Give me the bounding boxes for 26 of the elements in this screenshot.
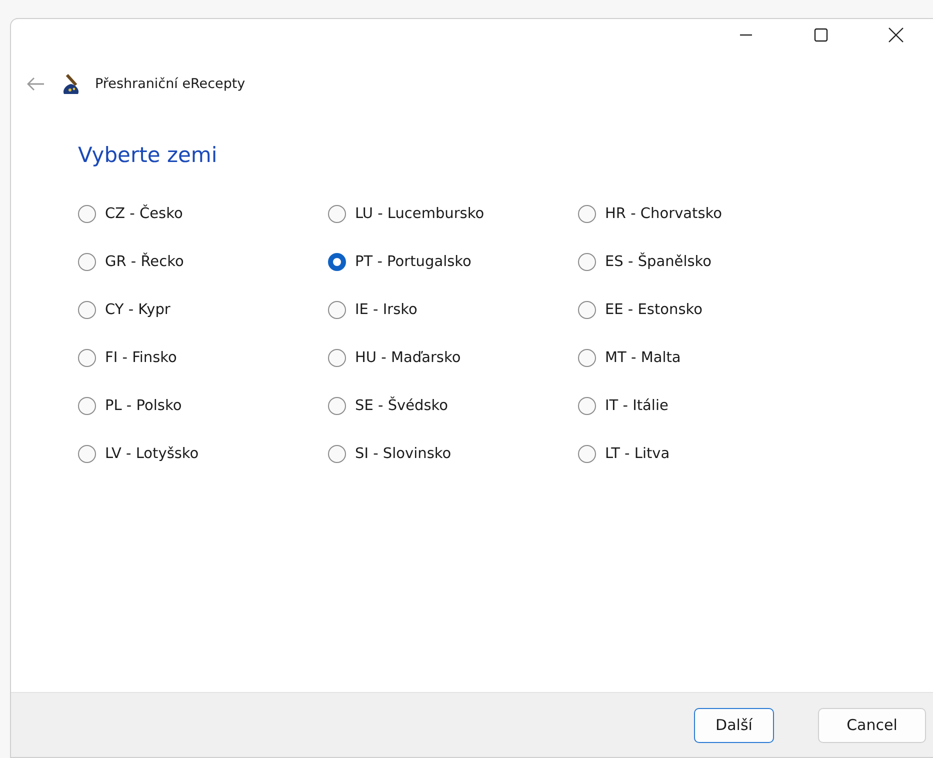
- country-radio-option[interactable]: LT - Litva: [578, 441, 828, 467]
- country-radio-option[interactable]: FI - Finsko: [78, 345, 328, 371]
- page-heading: Vyberte zemi: [78, 143, 218, 167]
- country-radio-option[interactable]: CY - Kypr: [78, 297, 328, 323]
- country-radio-option[interactable]: PT - Portugalsko: [328, 249, 578, 275]
- back-arrow-icon: [27, 77, 45, 91]
- country-radio-option[interactable]: HR - Chorvatsko: [578, 201, 828, 227]
- country-radio-option[interactable]: HU - Maďarsko: [328, 345, 578, 371]
- app-logo-icon: [61, 73, 81, 95]
- maximize-icon: [814, 28, 828, 42]
- country-radio-option[interactable]: LV - Lotyšsko: [78, 441, 328, 467]
- country-radio-option[interactable]: GR - Řecko: [78, 249, 328, 275]
- country-radio-option[interactable]: ES - Španělsko: [578, 249, 828, 275]
- country-radio-option[interactable]: IE - Irsko: [328, 297, 578, 323]
- country-radio-option[interactable]: EE - Estonsko: [578, 297, 828, 323]
- cancel-button[interactable]: Cancel: [818, 708, 926, 742]
- country-radio-option[interactable]: CZ - Česko: [78, 201, 328, 227]
- close-icon: [888, 27, 904, 43]
- country-radio-option[interactable]: MT - Malta: [578, 345, 828, 371]
- country-radio-option[interactable]: SE - Švédsko: [328, 393, 578, 419]
- country-radio-option[interactable]: IT - Itálie: [578, 393, 828, 419]
- country-radio-option[interactable]: SI - Slovinsko: [328, 441, 578, 467]
- next-button[interactable]: Další: [694, 708, 774, 742]
- country-radio-option[interactable]: LU - Lucembursko: [328, 201, 578, 227]
- country-radio-option[interactable]: PL - Polsko: [78, 393, 328, 419]
- window-title: Přeshraniční eRecepty: [95, 76, 246, 92]
